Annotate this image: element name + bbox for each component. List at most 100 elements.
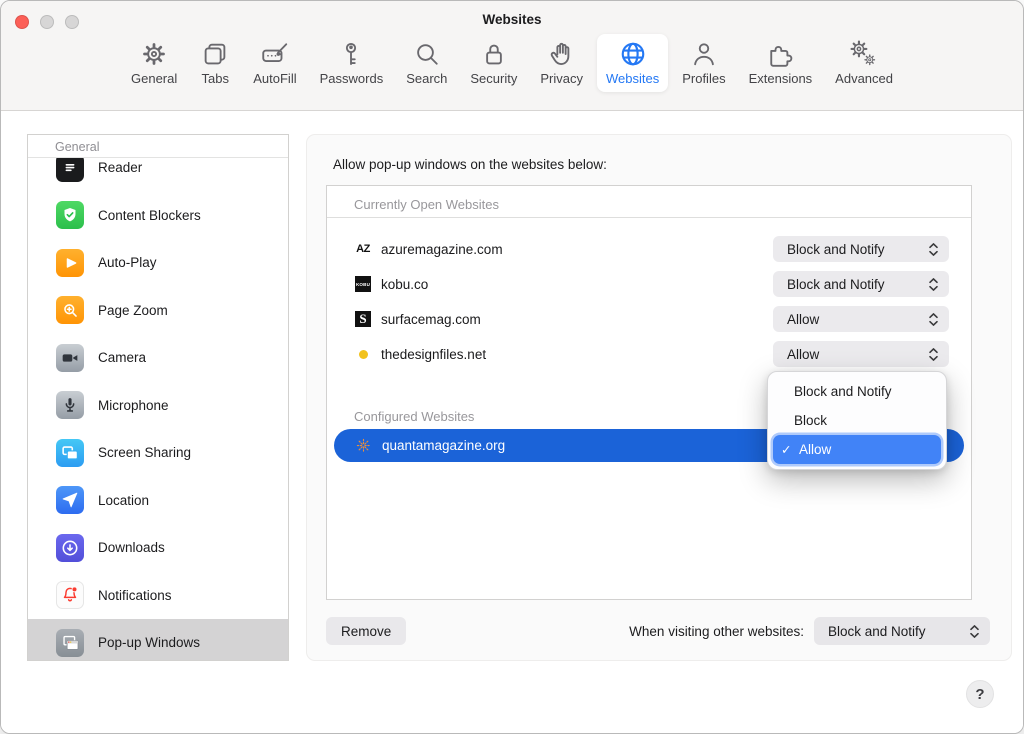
tab-privacy[interactable]: Privacy [531,34,592,92]
video-camera-icon [56,344,84,372]
tab-autofill[interactable]: AutoFill [244,34,305,92]
tab-label: Security [470,71,517,86]
site-name: azuremagazine.com [381,242,503,257]
website-row-surfacemag: S surfacemag.com Allow [354,305,949,333]
site-name: kobu.co [381,277,428,292]
sidebar-item-reader[interactable]: Reader [28,158,288,192]
gear-icon [139,39,169,69]
sidebar-item-pop-up-windows[interactable]: Pop-up Windows [28,619,288,660]
tab-label: Passwords [320,71,384,86]
microphone-icon [56,391,84,419]
puzzle-icon [765,39,795,69]
sidebar: General Reader Content Blockers [27,134,289,661]
tab-label: Profiles [682,71,725,86]
sidebar-item-label: Microphone [98,398,169,413]
tabs-icon [200,39,230,69]
tab-label: Privacy [540,71,583,86]
shield-check-icon [56,201,84,229]
configured-websites-header: Configured Websites [354,409,474,424]
surfacemag-favicon: S [354,311,372,327]
chevron-up-down-icon [969,624,980,639]
checkmark-icon: ✓ [781,442,794,457]
navigation-arrow-icon [56,486,84,514]
behavior-select-surfacemag[interactable]: Allow [773,306,949,332]
main-panel: Allow pop-up windows on the websites bel… [306,134,1012,661]
sidebar-item-microphone[interactable]: Microphone [28,382,288,430]
tab-search[interactable]: Search [397,34,456,92]
site-name: surfacemag.com [381,312,481,327]
menu-item-block-and-notify[interactable]: Block and Notify [768,377,946,406]
sidebar-item-label: Pop-up Windows [98,635,200,650]
tab-websites[interactable]: Websites [597,34,668,92]
tab-profiles[interactable]: Profiles [673,34,734,92]
sidebar-item-label: Downloads [98,540,165,555]
reader-icon [56,158,84,182]
bell-icon [56,581,84,609]
menu-item-allow[interactable]: ✓ Allow [773,435,941,464]
globe-icon [618,39,648,69]
key-icon [336,39,366,69]
sidebar-item-downloads[interactable]: Downloads [28,524,288,572]
footer-other-websites: When visiting other websites: Block and … [629,617,990,645]
behavior-select-thedesignfiles[interactable]: Allow [773,341,949,367]
titlebar: Websites General Tabs [1,1,1023,111]
sidebar-item-notifications[interactable]: Notifications [28,572,288,620]
other-websites-label: When visiting other websites: [629,624,804,639]
select-value: Block and Notify [787,242,885,257]
tab-label: Extensions [749,71,813,86]
listbox-divider [327,217,971,218]
sidebar-item-label: Content Blockers [98,208,201,223]
behavior-select-kobu[interactable]: Block and Notify [773,271,949,297]
panel-heading: Allow pop-up windows on the websites bel… [333,157,607,172]
sidebar-item-camera[interactable]: Camera [28,334,288,382]
sidebar-item-screen-sharing[interactable]: Screen Sharing [28,429,288,477]
person-icon [689,39,719,69]
tab-label: Advanced [835,71,893,86]
sidebar-item-location[interactable]: Location [28,477,288,525]
gears-icon [849,39,879,69]
sidebar-item-label: Camera [98,350,146,365]
quantamagazine-favicon [354,438,372,453]
download-circle-icon [56,534,84,562]
tab-extensions[interactable]: Extensions [740,34,822,92]
sidebar-item-content-blockers[interactable]: Content Blockers [28,192,288,240]
site-name: quantamagazine.org [382,438,505,453]
screens-icon [56,439,84,467]
popup-windows-icon [56,629,84,657]
select-value: Allow [787,347,819,362]
other-websites-select[interactable]: Block and Notify [814,617,990,645]
tab-general[interactable]: General [122,34,186,92]
help-button[interactable]: ? [966,680,994,708]
lock-icon [479,39,509,69]
tab-advanced[interactable]: Advanced [826,34,902,92]
chevron-up-down-icon [928,347,939,362]
tab-label: Tabs [202,71,229,86]
tab-label: General [131,71,177,86]
chevron-up-down-icon [928,312,939,327]
site-name: thedesignfiles.net [381,347,486,362]
chevron-up-down-icon [928,277,939,292]
thedesignfiles-favicon [354,350,372,359]
magnifier-plus-icon [56,296,84,324]
dropdown-menu: Block and Notify Block ✓ Allow [767,371,947,470]
sidebar-item-label: Auto-Play [98,255,157,270]
sidebar-section-header: General [55,140,99,154]
kobu-favicon: KOBU [354,276,372,292]
tab-passwords[interactable]: Passwords [311,34,393,92]
play-icon [56,249,84,277]
sidebar-item-page-zoom[interactable]: Page Zoom [28,287,288,335]
hand-icon [547,39,577,69]
settings-toolbar: General Tabs AutoFill [1,34,1023,92]
tab-tabs[interactable]: Tabs [191,34,239,92]
remove-button[interactable]: Remove [326,617,406,645]
menu-item-block[interactable]: Block [768,406,946,435]
open-websites-header: Currently Open Websites [354,197,499,212]
behavior-select-azuremagazine[interactable]: Block and Notify [773,236,949,262]
autofill-pencil-icon [260,39,290,69]
tab-label: Websites [606,71,659,86]
website-row-thedesignfiles: thedesignfiles.net Allow [354,340,949,368]
magnifier-icon [412,39,442,69]
chevron-up-down-icon [928,242,939,257]
sidebar-item-auto-play[interactable]: Auto-Play [28,239,288,287]
tab-security[interactable]: Security [461,34,526,92]
